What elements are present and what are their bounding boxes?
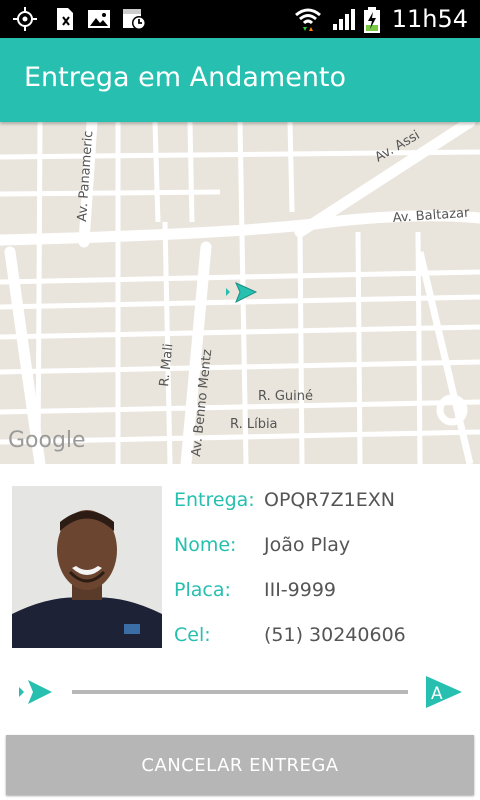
delivery-progress: A xyxy=(0,664,480,720)
field-value: III-9999 xyxy=(264,579,337,601)
delivery-position-arrow-icon[interactable] xyxy=(226,282,258,304)
map-view[interactable]: Av. Panameric Av. Assi Av. Baltazar R. M… xyxy=(0,122,480,464)
clock: 11h54 xyxy=(391,5,468,33)
field-label: Placa: xyxy=(174,579,231,601)
field-label: Cel: xyxy=(174,624,211,646)
wifi-icon xyxy=(294,6,322,36)
courier-arrow-icon xyxy=(16,678,54,710)
field-value: OPQR7Z1EXN xyxy=(264,489,395,511)
battery-charging-icon xyxy=(362,6,382,38)
page-title: Entrega em Andamento xyxy=(24,62,347,93)
destination-label: A xyxy=(431,684,443,704)
app-bar: Entrega em Andamento xyxy=(0,38,480,122)
field-value: João Play xyxy=(264,534,351,556)
gps-icon xyxy=(12,6,38,36)
street-label-guine: R. Guiné xyxy=(258,389,313,404)
calendar-clock-icon xyxy=(120,6,148,36)
street-label-panamericana: Av. Panameric xyxy=(75,130,96,222)
destination-a-icon: A xyxy=(424,674,464,714)
sim-alert-icon xyxy=(54,6,76,36)
status-bar: 11h54 xyxy=(0,0,480,38)
field-label: Nome: xyxy=(174,534,237,556)
cancel-delivery-button[interactable]: CANCELAR ENTREGA xyxy=(6,735,474,795)
google-watermark: Google xyxy=(8,428,86,453)
signal-icon xyxy=(330,6,358,36)
street-label-baltazar: Av. Baltazar xyxy=(392,206,470,226)
street-label-mali: R. Mali xyxy=(157,343,176,388)
map-canvas[interactable]: Av. Panameric Av. Assi Av. Baltazar R. M… xyxy=(0,122,480,464)
image-icon xyxy=(86,6,112,36)
field-value: (51) 30240606 xyxy=(264,624,406,646)
driver-photo xyxy=(12,486,162,648)
progress-track xyxy=(72,690,408,694)
street-label-libia: R. Líbia xyxy=(230,417,278,432)
field-label: Entrega: xyxy=(174,489,255,511)
delivery-info-panel: Entrega: OPQR7Z1EXN Nome: João Play Plac… xyxy=(0,464,480,664)
